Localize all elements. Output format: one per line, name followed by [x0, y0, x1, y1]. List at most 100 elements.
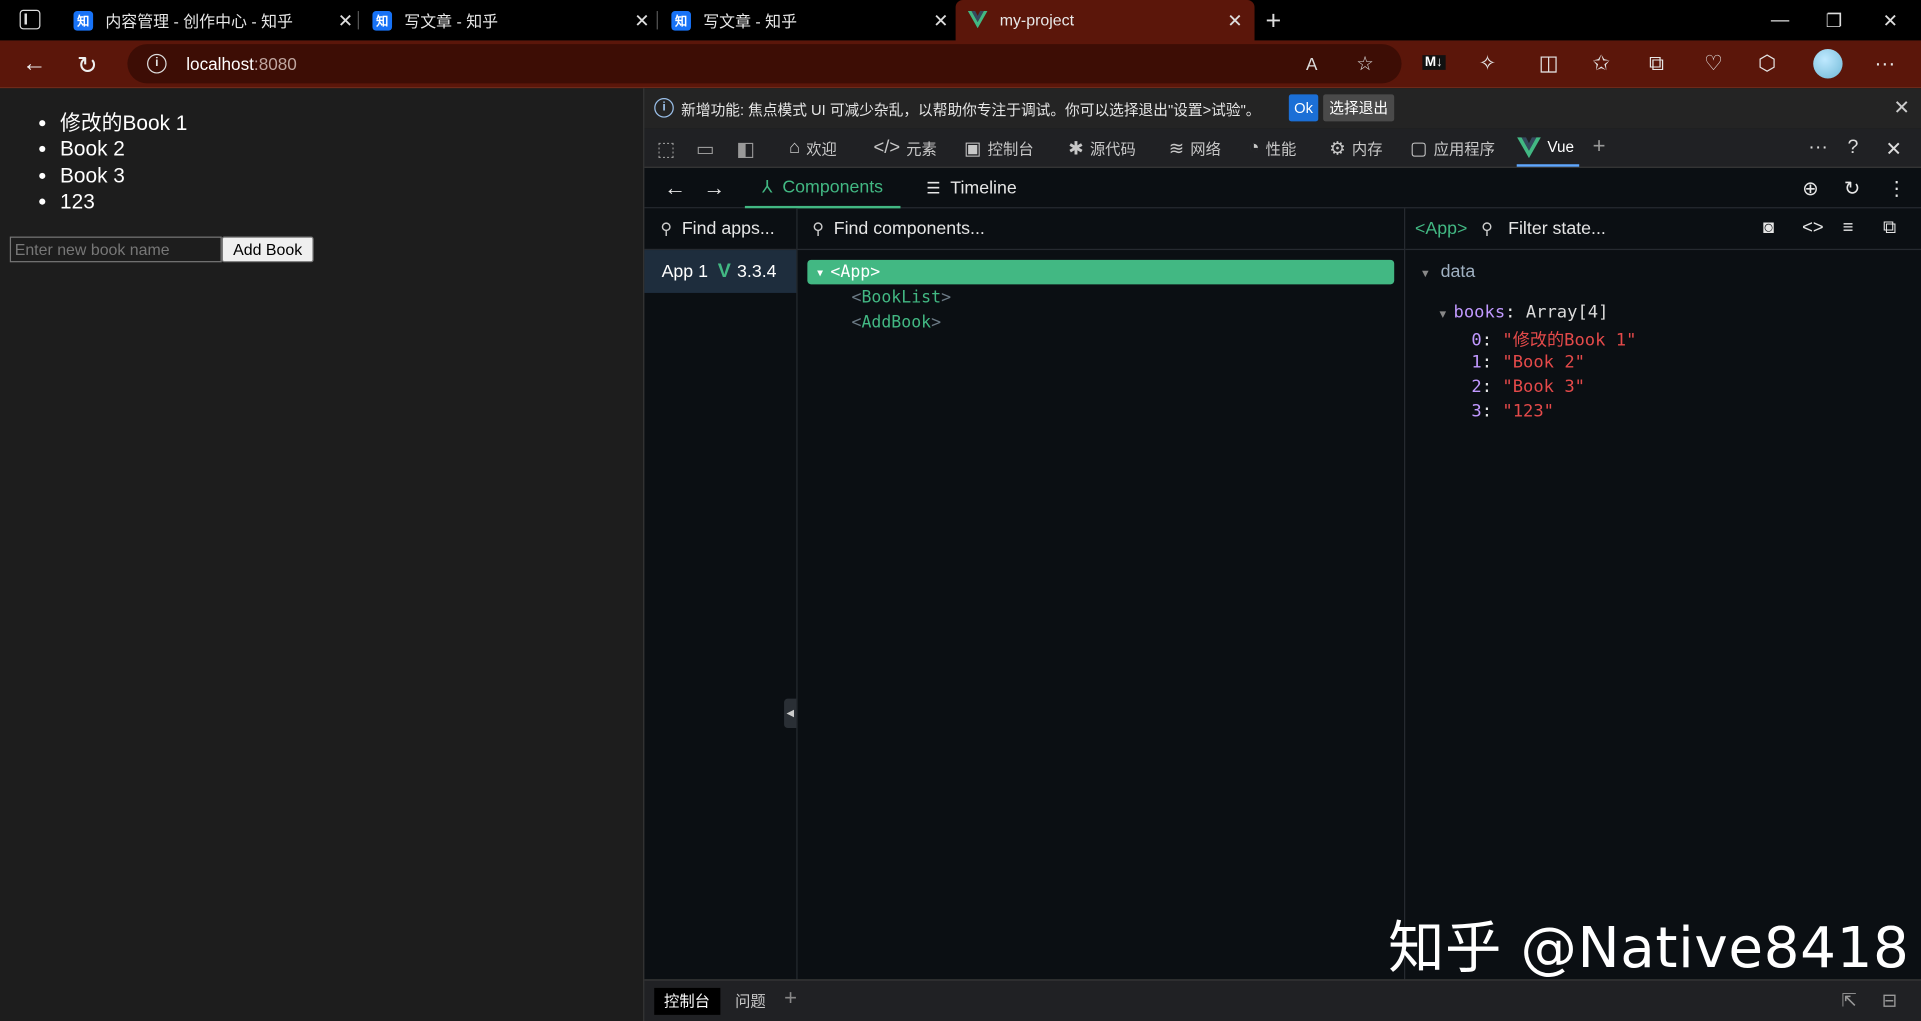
apps-search[interactable]: ⚲ Find apps...	[644, 208, 797, 251]
collections-icon[interactable]: ⧉	[1649, 51, 1664, 76]
read-aloud-icon[interactable]: A	[1306, 54, 1317, 74]
dock-drawer-icon[interactable]: ⇱	[1841, 989, 1856, 1011]
drawer-tab-issues[interactable]: 问题	[725, 988, 775, 1015]
more-menu-icon[interactable]: ⋮	[1887, 176, 1907, 201]
node-label: BookList	[861, 288, 942, 308]
restore-icon[interactable]: ❐	[1806, 0, 1862, 40]
copilot-icon[interactable]: ⬡	[1758, 51, 1776, 76]
components-search[interactable]: ⚲ Find components...	[797, 208, 1404, 251]
browser-essentials-icon[interactable]: ♡	[1704, 51, 1723, 76]
tab-title: 内容管理 - 创作中心 - 知乎	[105, 12, 293, 31]
browser-tab-3[interactable]: 知 写文章 - 知乎 ✕	[662, 0, 951, 40]
favorites-icon[interactable]: ✩	[1593, 51, 1610, 76]
tab-welcome[interactable]: ⌂ 欢迎	[789, 129, 837, 167]
browser-tab-2[interactable]: 知 写文章 - 知乎 ✕	[363, 0, 652, 40]
select-component-icon[interactable]: ⊕	[1802, 176, 1818, 201]
tab-elements[interactable]: </> 元素	[874, 129, 937, 167]
filter-state-input[interactable]: Filter state...	[1508, 219, 1606, 239]
node-label: <App>	[830, 262, 881, 282]
back-arrow-icon[interactable]: ←	[664, 175, 686, 201]
tab-memory[interactable]: ⚙ 内存	[1329, 129, 1382, 167]
inspect-dom-icon[interactable]: ≡	[1843, 217, 1854, 238]
split-screen-icon[interactable]: ◫	[1539, 51, 1559, 76]
back-icon[interactable]: ←	[22, 50, 47, 78]
new-tab-icon[interactable]: +	[1266, 5, 1282, 37]
scroll-to-component-icon[interactable]: ◙	[1763, 217, 1774, 238]
tab-network[interactable]: ≋ 网络	[1169, 129, 1221, 167]
tree-node-addbook[interactable]: <AddBook>	[851, 313, 941, 333]
state-header: <App> ⚲ Filter state... ◙ <> ≡ ⧉	[1405, 208, 1921, 251]
profile-avatar[interactable]	[1813, 49, 1843, 79]
favorite-star-icon[interactable]: ☆	[1356, 51, 1374, 76]
device-emulation-icon[interactable]: ▭	[696, 137, 715, 162]
dock-side-icon[interactable]: ◧	[736, 137, 755, 162]
new-book-input[interactable]	[9, 236, 222, 263]
wifi-icon: ≋	[1168, 137, 1185, 159]
expand-triangle-icon[interactable]: ▼	[817, 267, 823, 278]
tree-node-app[interactable]: ▼ <App>	[807, 259, 1395, 285]
extensions-icon[interactable]: ✧	[1479, 51, 1496, 76]
minimize-icon[interactable]: —	[1752, 0, 1808, 40]
help-icon[interactable]: ?	[1847, 137, 1858, 159]
open-in-editor-icon[interactable]: ⧉	[1883, 217, 1896, 238]
add-book-button[interactable]: Add Book	[221, 236, 314, 263]
close-tab-icon[interactable]: ✕	[336, 9, 356, 31]
banner-ok-button[interactable]: Ok	[1288, 94, 1319, 122]
tab-application[interactable]: ▢ 应用程序	[1410, 129, 1495, 167]
selected-component: <App>	[1415, 219, 1468, 240]
refresh-icon[interactable]: ↻	[77, 50, 98, 81]
more-tools-icon[interactable]: +	[1593, 134, 1606, 160]
tree-node-booklist[interactable]: <BookList>	[851, 288, 951, 308]
array-item[interactable]: 1: "Book 2"	[1471, 353, 1585, 373]
drawer-tab-console[interactable]: 控制台	[654, 987, 720, 1015]
inspect-element-icon[interactable]: ⬚	[657, 137, 676, 162]
close-tab-icon[interactable]: ✕	[931, 9, 951, 31]
bracket: >	[931, 312, 942, 333]
book-list: 修改的Book 1 Book 2 Book 3 123	[60, 110, 187, 214]
tab-label: 应用程序	[1433, 140, 1495, 159]
banner-optout-button[interactable]: 选择退出	[1323, 94, 1395, 122]
array-item[interactable]: 3: "123"	[1471, 402, 1554, 422]
prop-books[interactable]: ▼ books: Array[4]	[1440, 303, 1609, 323]
browser-tab-1[interactable]: 知 内容管理 - 创作中心 - 知乎 ✕	[64, 0, 356, 40]
item-index: 3	[1471, 402, 1482, 422]
tab-timeline[interactable]: ☰ Timeline	[926, 168, 1017, 208]
close-tab-icon[interactable]: ✕	[1225, 9, 1245, 31]
url-text: localhost:8080	[186, 53, 297, 74]
devtools-more-icon[interactable]: ···	[1808, 137, 1828, 159]
app-list-item[interactable]: App 1 V 3.3.4	[644, 250, 797, 293]
add-drawer-tab-icon[interactable]: +	[784, 985, 797, 1011]
search-icon: ⚲	[812, 218, 824, 238]
tab-components[interactable]: ⅄ Components	[744, 168, 901, 209]
close-devtools-icon[interactable]: ✕	[1885, 137, 1901, 162]
tab-vue[interactable]: Vue	[1516, 129, 1579, 167]
tab-console[interactable]: ▣ 控制台	[964, 129, 1033, 167]
bracket: >	[941, 288, 952, 308]
refresh-icon[interactable]: ↻	[1844, 176, 1860, 201]
tab-performance[interactable]: ◔ 性能	[1248, 129, 1296, 167]
close-tab-icon[interactable]: ✕	[632, 9, 652, 31]
browser-tab-active[interactable]: my-project ✕	[955, 0, 1255, 41]
forward-arrow-icon[interactable]: →	[703, 175, 725, 201]
focus-mode-banner: i 新增功能: 焦点模式 UI 可减少杂乱，以帮助你专注于调试。你可以选择退出"…	[644, 88, 1921, 129]
close-window-icon[interactable]: ✕	[1862, 0, 1918, 40]
collapse-triangle-icon[interactable]: ▼	[1420, 267, 1431, 279]
vue-favicon-icon	[967, 10, 988, 30]
component-tree: ⚲ Find components... ▼ <App> <BookList> …	[797, 208, 1406, 980]
array-item[interactable]: 2: "Book 3"	[1471, 378, 1585, 398]
tab-sources[interactable]: ✱ 源代码	[1068, 129, 1135, 167]
collapse-triangle-icon[interactable]: ▼	[1440, 309, 1447, 321]
more-options-icon[interactable]: ···	[1874, 51, 1895, 76]
vue-icon	[1517, 136, 1542, 158]
markdown-extension-icon[interactable]: M↓	[1422, 55, 1446, 70]
show-source-icon[interactable]: <>	[1802, 217, 1823, 238]
array-item[interactable]: 0: "修改的Book 1"	[1471, 327, 1636, 352]
close-banner-icon[interactable]: ✕	[1894, 96, 1910, 121]
collapse-panel-icon[interactable]: ◀	[784, 698, 797, 729]
url-field[interactable]: i localhost:8080 A ☆	[127, 44, 1402, 84]
section-data[interactable]: ▼ data	[1420, 262, 1475, 282]
tab-label: Components	[782, 177, 884, 197]
toggle-drawer-icon[interactable]: ⊟	[1882, 989, 1897, 1011]
site-info-icon[interactable]: i	[147, 53, 167, 74]
tab-actions-icon[interactable]	[19, 9, 41, 30]
